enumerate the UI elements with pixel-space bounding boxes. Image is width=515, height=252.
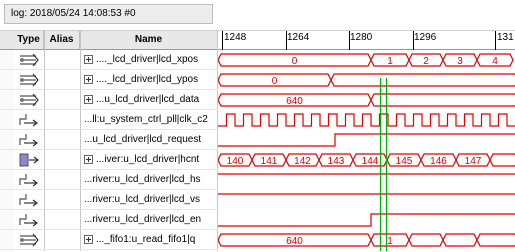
signal-name-label: ...u_lcd_driver|lcd_request bbox=[84, 134, 202, 145]
signal-name[interactable]: ..._fifo1:u_read_fifo1|q bbox=[84, 230, 218, 250]
signal-name-label: ...._lcd_driver|lcd_ypos bbox=[96, 74, 199, 85]
expand-icon[interactable] bbox=[84, 154, 93, 164]
bus-segment bbox=[330, 73, 515, 87]
signal-name[interactable]: ...._lcd_driver|lcd_ypos bbox=[84, 70, 218, 90]
clock-icon bbox=[16, 111, 42, 129]
signal-name-label: ...ll:u_system_ctrl_pll|clk_c2 bbox=[84, 114, 208, 125]
bus-value-label: 640 bbox=[286, 96, 303, 107]
signal-name-label: ..._fifo1:u_read_fifo1|q bbox=[96, 234, 196, 245]
bus-value-label: 144 bbox=[362, 156, 379, 167]
bus-value-label: 0 bbox=[292, 56, 298, 67]
bus-value-label: 4 bbox=[492, 56, 498, 67]
bus-value-label: 0 bbox=[272, 76, 278, 87]
bus-segment bbox=[476, 233, 515, 247]
bus-value-label: 1 bbox=[387, 56, 393, 67]
signal-name[interactable]: ...river:u_lcd_driver|lcd_en bbox=[84, 210, 218, 230]
ruler-ticks bbox=[222, 31, 496, 50]
signal-name[interactable]: ...u_lcd_driver|lcd_request bbox=[84, 130, 218, 150]
log-text: log: 2018/05/24 14:08:53 #0 bbox=[11, 8, 136, 19]
bus-icon bbox=[16, 51, 42, 69]
bus-segment bbox=[489, 153, 515, 167]
digital-waveform bbox=[218, 213, 515, 227]
signal-name-label: ...iver:u_lcd_driver|hcnt bbox=[96, 154, 200, 165]
type-column-header[interactable]: Type bbox=[14, 31, 44, 49]
clock-icon bbox=[16, 191, 42, 209]
signal-name[interactable]: ...iver:u_lcd_driver|hcnt bbox=[84, 150, 218, 170]
bus-value-label: 143 bbox=[328, 156, 345, 167]
bus-value-label: 146 bbox=[430, 156, 447, 167]
bus-value-label: 3 bbox=[457, 56, 463, 67]
signal-name-label: ...river:u_lcd_driver|lcd_vs bbox=[84, 194, 200, 205]
name-column-header[interactable]: Name bbox=[80, 31, 218, 49]
bus-value-label: 1 bbox=[387, 236, 393, 247]
expand-icon[interactable] bbox=[84, 74, 93, 84]
clock-icon bbox=[16, 131, 42, 149]
signal-row[interactable]: ...u_lcd_driver|lcd_data bbox=[0, 90, 218, 110]
bus-value-label: 142 bbox=[294, 156, 311, 167]
signal-row[interactable]: ...river:u_lcd_driver|lcd_hs bbox=[0, 170, 218, 190]
expand-icon[interactable] bbox=[84, 54, 93, 64]
bus-icon bbox=[16, 71, 42, 89]
signal-row[interactable]: ...._lcd_driver|lcd_xpos bbox=[0, 50, 218, 70]
clock-icon bbox=[16, 211, 42, 229]
signal-name[interactable]: ...._lcd_driver|lcd_xpos bbox=[84, 50, 218, 70]
signal-name[interactable]: ...ll:u_system_ctrl_pll|clk_c2 bbox=[84, 110, 218, 130]
signal-row[interactable]: ...ll:u_system_ctrl_pll|clk_c2 bbox=[0, 110, 218, 130]
waveform-area[interactable]: 0 1 2 3 4 0 640 140 141 142 143 144 145 146 147 640 1 bbox=[218, 50, 515, 251]
bus-value-label: 147 bbox=[465, 156, 482, 167]
signal-name[interactable]: ...river:u_lcd_driver|lcd_vs bbox=[84, 190, 218, 210]
bus-value-label: 2 bbox=[423, 56, 429, 67]
bus-icon bbox=[16, 231, 42, 249]
signal-name[interactable]: ...u_lcd_driver|lcd_data bbox=[84, 90, 218, 110]
signal-name-label: ...u_lcd_driver|lcd_data bbox=[96, 94, 200, 105]
signal-name-label: ...._lcd_driver|lcd_xpos bbox=[96, 54, 199, 65]
expand-icon[interactable] bbox=[84, 234, 93, 244]
signal-row[interactable]: ...river:u_lcd_driver|lcd_en bbox=[0, 210, 218, 230]
signal-row[interactable]: ...u_lcd_driver|lcd_request bbox=[0, 130, 218, 150]
signal-name-label: ...river:u_lcd_driver|lcd_hs bbox=[84, 174, 201, 185]
digital-waveform bbox=[218, 133, 515, 147]
bus-value-label: 640 bbox=[286, 236, 303, 247]
expand-icon[interactable] bbox=[84, 94, 93, 104]
log-bar: log: 2018/05/24 14:08:53 #0 bbox=[4, 4, 213, 24]
clock-waveform bbox=[218, 113, 515, 127]
time-ruler[interactable]: 1248 1264 1280 1296 131 bbox=[218, 30, 515, 50]
signal-name-label: ...river:u_lcd_driver|lcd_en bbox=[84, 214, 202, 225]
signal-list-header: Type Alias Name bbox=[0, 30, 218, 50]
bus-segment bbox=[408, 233, 444, 247]
signal-row[interactable]: ...river:u_lcd_driver|lcd_vs bbox=[0, 190, 218, 210]
bus-value-label: 145 bbox=[396, 156, 413, 167]
bus-segment bbox=[370, 93, 515, 107]
bus-value-label: 141 bbox=[261, 156, 278, 167]
bus-icon bbox=[16, 91, 42, 109]
clock-icon bbox=[16, 171, 42, 189]
signal-name[interactable]: ...river:u_lcd_driver|lcd_hs bbox=[84, 170, 218, 190]
signal-row[interactable]: ...iver:u_lcd_driver|hcnt bbox=[0, 150, 218, 170]
signal-row[interactable]: ...._lcd_driver|lcd_ypos bbox=[0, 70, 218, 90]
bus-value-label: 140 bbox=[227, 156, 244, 167]
counter-icon bbox=[16, 151, 42, 169]
signal-row[interactable]: ..._fifo1:u_read_fifo1|q bbox=[0, 230, 218, 250]
bus-segment bbox=[442, 233, 478, 247]
alias-column-header[interactable]: Alias bbox=[44, 31, 80, 49]
